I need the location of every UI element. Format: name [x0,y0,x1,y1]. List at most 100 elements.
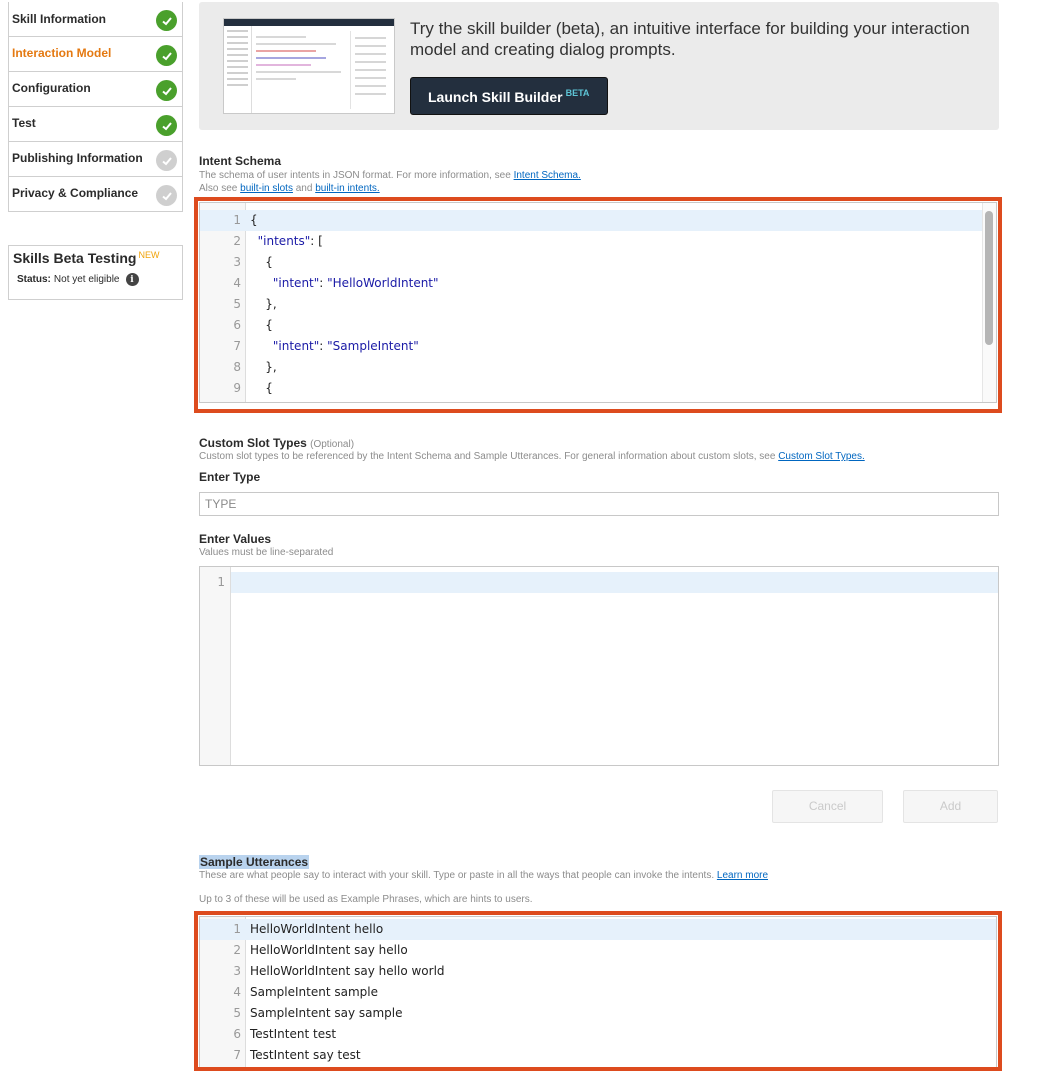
line-number: 4 [233,985,241,999]
intent-schema-desc2-mid: and [292,183,316,194]
nav-item-interaction-model[interactable]: Interaction Model [9,36,182,71]
code-line: 3 HelloWorldIntent say hello world [200,961,996,982]
line-number: 7 [233,339,241,353]
line-number: 3 [233,964,241,978]
intent-schema-description-2: Also see built-in slots and built-in int… [199,183,380,195]
code-line: 1 [200,572,998,593]
enter-values-label: Enter Values [199,532,272,546]
code-text: { [250,255,273,269]
code-line: 6 TestIntent test [200,1024,996,1045]
code-line: 4 SampleIntent sample [200,982,996,1003]
intent-schema-link[interactable]: Intent Schema. [514,170,581,181]
nav-item-privacy-compliance[interactable]: Privacy & Compliance [9,176,182,211]
custom-slot-types-description: Custom slot types to be referenced by th… [199,451,865,463]
nav-item-label: Interaction Model [12,46,112,60]
nav-item-label: Privacy & Compliance [12,186,139,200]
check-circle-icon [156,115,177,136]
check-circle-icon [156,45,177,66]
example-phrases-hint: Up to 3 of these will be used as Example… [199,894,533,905]
line-number: 4 [233,276,241,290]
intent-schema-editor[interactable]: 1{ 2 "intents": [ 3 { 4 "intent": "Hello… [199,202,997,403]
nav-item-configuration[interactable]: Configuration [9,71,182,106]
line-number: 6 [233,318,241,332]
nav-item-publishing-information[interactable]: Publishing Information [9,141,182,176]
status-label: Status: [17,274,51,285]
check-circle-icon [156,10,177,31]
check-circle-icon [156,80,177,101]
cancel-button[interactable]: Cancel [772,790,883,823]
values-editor[interactable]: 1 [199,566,999,766]
skill-builder-preview-image [223,18,395,114]
code-text: HelloWorldIntent say hello [250,943,408,957]
code-text: HelloWorldIntent say hello world [250,964,445,978]
beta-badge: BETA [565,88,590,98]
code-text: "intents": [ [257,234,323,248]
launch-skill-builder-button[interactable]: Launch Skill Builder BETA [410,77,608,115]
beta-testing-title: Skills Beta Testing NEW [13,250,178,266]
line-number: 9 [233,381,241,395]
nav-item-skill-information[interactable]: Skill Information [9,2,182,36]
code-text: HelloWorldIntent hello [250,922,384,936]
skills-beta-testing-panel: Skills Beta Testing NEW Status: Not yet e… [8,245,183,300]
code-text: { [250,381,273,395]
line-gutter [200,567,231,765]
intent-schema-desc-text: The schema of user intents in JSON forma… [199,170,514,181]
code-text: "intent": "HelloWorldIntent" [272,276,439,290]
code-line: 9 { [200,378,996,399]
built-in-intents-link[interactable]: built-in intents. [315,183,379,194]
sample-utterances-desc-text: These are what people say to interact wi… [199,870,717,881]
custom-slot-desc-text: Custom slot types to be referenced by th… [199,451,779,462]
sample-utterances-description: These are what people say to interact wi… [199,870,768,882]
intent-schema-title: Intent Schema [199,154,282,168]
sample-utterances-editor[interactable]: 1 HelloWorldIntent hello 2 HelloWorldInten… [199,916,997,1067]
editor-scrollbar-thumb[interactable] [985,211,993,345]
info-icon[interactable]: i [125,273,139,286]
code-text: { [250,318,273,332]
line-number: 1 [233,213,241,227]
status-value: Not yet eligible [53,274,120,285]
line-number: 3 [233,255,241,269]
editor-scrollbar[interactable] [982,203,996,402]
left-nav: Skill Information Interaction Model Conf… [8,2,183,212]
line-number: 1 [217,575,225,589]
line-number: 1 [233,922,241,936]
nav-item-label: Configuration [12,81,91,95]
beta-testing-title-text: Skills Beta Testing [13,250,137,266]
check-circle-icon [156,150,177,171]
line-number: 5 [233,297,241,311]
check-circle-icon [156,185,177,206]
type-input[interactable] [199,492,999,516]
line-number: 5 [233,1006,241,1020]
nav-item-test[interactable]: Test [9,106,182,141]
line-number: 2 [233,943,241,957]
skill-builder-promo: Try the skill builder (beta), an intuiti… [199,2,999,130]
enter-type-label: Enter Type [199,470,261,484]
learn-more-link[interactable]: Learn more [717,870,768,881]
code-line: 7 "intent": "SampleIntent" [200,336,996,357]
line-number: 2 [233,234,241,248]
code-line: 2 HelloWorldIntent say hello [200,940,996,961]
code-text: TestIntent test [250,1027,337,1041]
custom-slot-types-title: Custom Slot Types (Optional) [199,436,354,450]
code-line: 5 }, [200,294,996,315]
code-text: }, [250,360,277,374]
code-line: 7 TestIntent say test [200,1045,996,1066]
intent-schema-description: The schema of user intents in JSON forma… [199,170,581,182]
code-line: 8 }, [200,357,996,378]
optional-tag: (Optional) [310,439,355,450]
code-line: 1 HelloWorldIntent hello [200,919,996,940]
built-in-slots-link[interactable]: built-in slots [240,183,293,194]
launch-button-label: Launch Skill Builder [428,89,563,105]
code-line: 5 SampleIntent say sample [200,1003,996,1024]
nav-item-label: Test [12,116,36,130]
code-text: SampleIntent say sample [250,1006,403,1020]
code-text: { [250,213,258,227]
line-number: 6 [233,1027,241,1041]
custom-slot-types-link[interactable]: Custom Slot Types. [778,451,865,462]
code-text: "intent": "SampleIntent" [272,339,419,353]
add-button[interactable]: Add [903,790,998,823]
new-badge: NEW [138,250,160,260]
code-text: TestIntent say test [250,1048,361,1062]
code-line: 6 { [200,315,996,336]
code-line: 1{ [200,210,996,231]
